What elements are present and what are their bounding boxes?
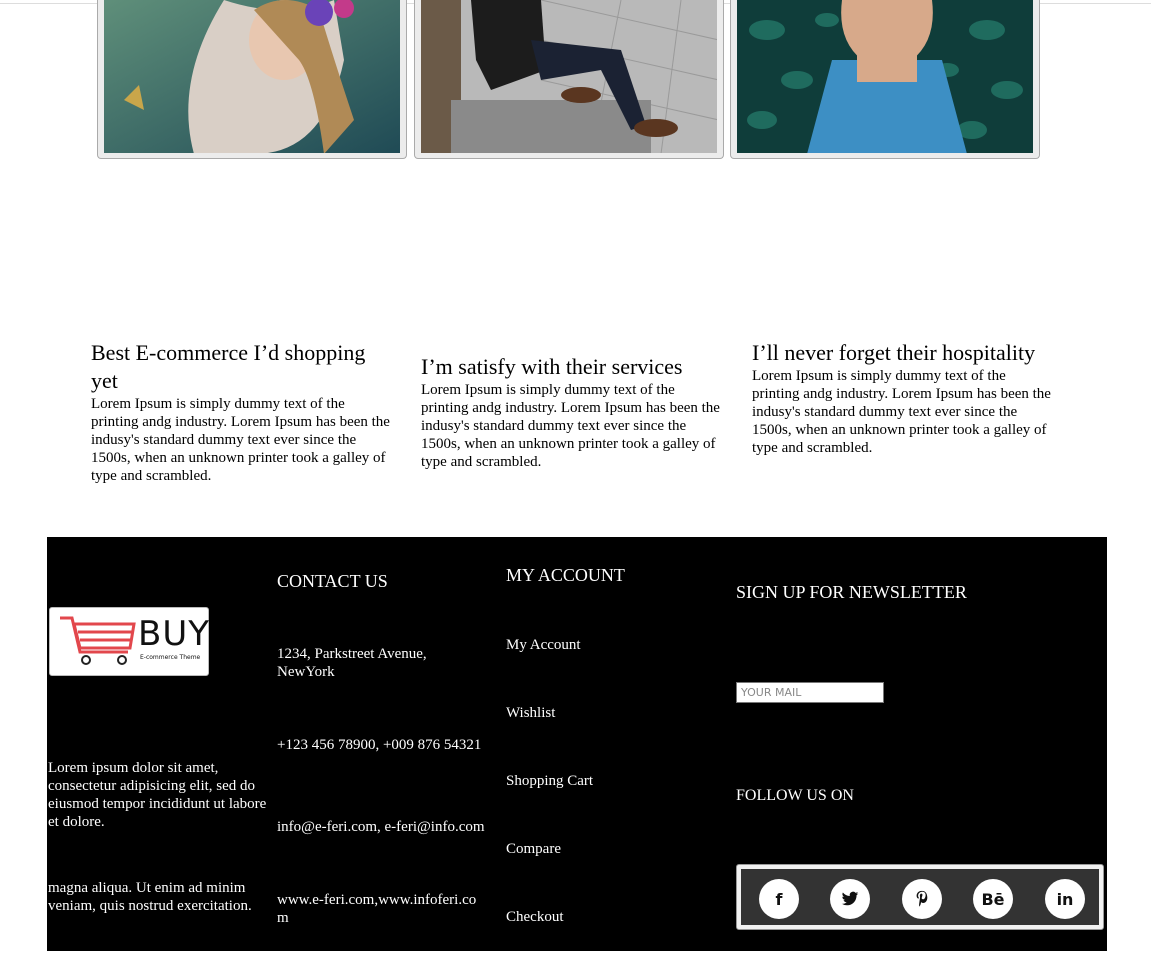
account-link-compare[interactable]: Compare <box>506 840 561 858</box>
footer-logo[interactable]: BUY E-commerce Theme <box>49 607 209 676</box>
follow-heading: FOLLOW US ON <box>736 787 854 804</box>
linkedin-icon[interactable]: in <box>1045 879 1085 919</box>
photo-woman-leaves-image <box>737 0 1033 153</box>
testimonial-3: I’ll never forget their hospitality Lore… <box>752 339 1052 457</box>
contact-email[interactable]: info@e-feri.com, e-feri@info.com <box>277 818 502 836</box>
account-link-wishlist[interactable]: Wishlist <box>506 704 555 722</box>
testimonial-title: I’m satisfy with their services <box>421 354 683 379</box>
contact-phone: +123 456 78900, +009 876 54321 <box>277 737 482 753</box>
site-footer: BUY E-commerce Theme Lorem ipsum dolor s… <box>47 537 1107 951</box>
testimonial-body: Lorem Ipsum is simply dummy text of the … <box>421 382 720 470</box>
logo-tagline: E-commerce Theme <box>140 654 201 661</box>
account-heading: MY ACCOUNT <box>506 565 625 585</box>
gallery-photo-man-sitting[interactable] <box>414 0 724 159</box>
testimonial-body: Lorem Ipsum is simply dummy text of the … <box>752 368 1051 456</box>
newsletter-heading: SIGN UP FOR NEWSLETTER <box>736 582 967 602</box>
footer-about-2: magna aliqua. Ut enim ad minim veniam, q… <box>48 880 252 914</box>
footer-about-1: Lorem ipsum dolor sit amet, consectetur … <box>48 760 267 830</box>
logo-word: BUY <box>138 614 210 654</box>
testimonial-title: I’ll never forget their hospitality <box>752 340 1036 365</box>
testimonial-body: Lorem Ipsum is simply dummy text of the … <box>91 396 390 484</box>
newsletter-email-input[interactable] <box>736 682 884 703</box>
account-link-checkout[interactable]: Checkout <box>506 908 564 926</box>
facebook-icon[interactable]: f <box>759 879 799 919</box>
contact-website[interactable]: www.e-feri.com,www.infoferi.com <box>277 891 477 927</box>
gallery-photo-woman-butterfly[interactable] <box>97 0 407 159</box>
account-link-my-account[interactable]: My Account <box>506 636 581 654</box>
contact-heading: CONTACT US <box>277 571 388 591</box>
social-bar: f Bē in <box>736 864 1104 930</box>
account-link-shopping-cart[interactable]: Shopping Cart <box>506 772 593 790</box>
twitter-icon[interactable] <box>830 879 870 919</box>
testimonial-2: I’m satisfy with their services Lorem Ip… <box>421 353 721 471</box>
behance-icon[interactable]: Bē <box>973 879 1013 919</box>
pinterest-icon[interactable] <box>902 879 942 919</box>
testimonial-1: Best E-commerce I’d shopping yet Lorem I… <box>91 339 391 485</box>
gallery-photo-woman-leaves[interactable] <box>730 0 1040 159</box>
social-bar-inner: f Bē in <box>741 869 1099 925</box>
contact-address: 1234, Parkstreet Avenue, NewYork <box>277 646 427 680</box>
photo-man-sitting-image <box>421 0 717 153</box>
photo-woman-flowers-image <box>104 0 400 153</box>
testimonial-title: Best E-commerce I’d shopping yet <box>91 340 366 393</box>
